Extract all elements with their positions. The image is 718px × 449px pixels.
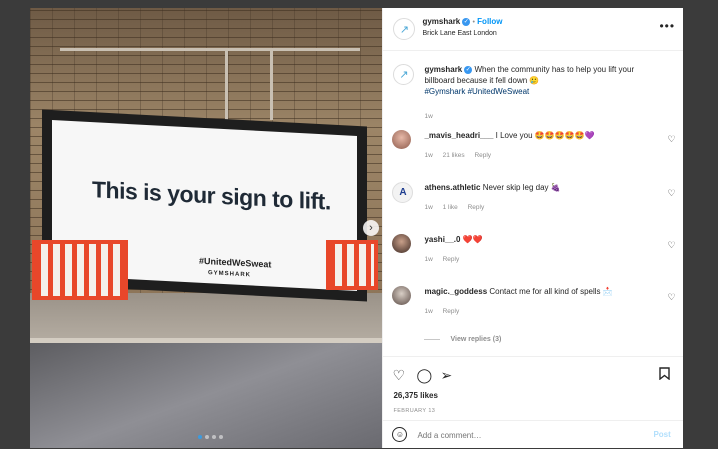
comment-item: yashi__.0 ❤️❤️ 1w Reply ♡ bbox=[392, 234, 677, 274]
comment-text: magic._goddess Contact me for all kind o… bbox=[424, 286, 659, 297]
chevron-right-icon: › bbox=[369, 222, 373, 234]
action-bar: ♡ ◯ ➢ 26,375 likes FEBRUARY 13 bbox=[383, 356, 684, 427]
view-replies-row[interactable]: View replies (3) bbox=[424, 336, 501, 343]
header-separator: • bbox=[472, 19, 475, 26]
comment-body: ❤️❤️ bbox=[462, 235, 483, 244]
like-comment-icon[interactable]: ♡ bbox=[667, 134, 675, 145]
caption-time: 1w bbox=[424, 113, 433, 120]
gymshark-logo-icon: ↗ bbox=[399, 69, 409, 81]
add-comment-bar: ☺ Post bbox=[383, 420, 684, 449]
carousel-dots bbox=[198, 435, 223, 439]
caption-meta: 1w bbox=[424, 113, 440, 120]
comment-input[interactable] bbox=[415, 426, 640, 444]
barrier-right bbox=[326, 240, 378, 290]
caption-username[interactable]: gymshark bbox=[424, 65, 462, 74]
post-caption: ↗ gymshark ✓ When the community has to he… bbox=[392, 64, 677, 120]
like-icon[interactable]: ♡ bbox=[392, 367, 405, 384]
comment-likes[interactable]: 21 likes bbox=[443, 152, 465, 159]
comment-item: magic._goddess Contact me for all kind o… bbox=[392, 286, 677, 326]
gymshark-logo-icon: ↗ bbox=[399, 23, 410, 36]
comment-body: Never skip leg day 🍇 bbox=[482, 183, 561, 192]
caption-hashtags[interactable]: #Gymshark #UnitedWeSweat bbox=[424, 87, 529, 96]
wall-pipe bbox=[270, 50, 273, 120]
comment-icon[interactable]: ◯ bbox=[416, 367, 432, 384]
carousel-dot bbox=[212, 435, 216, 439]
comment-meta: 1w 1 like Reply bbox=[424, 204, 492, 211]
wall-rail bbox=[60, 48, 360, 51]
comment-username[interactable]: _mavis_headri___ bbox=[424, 131, 493, 140]
reply-button[interactable]: Reply bbox=[468, 204, 485, 211]
verified-icon: ✓ bbox=[464, 66, 473, 74]
more-options-icon[interactable]: ••• bbox=[659, 19, 675, 33]
carousel-dot bbox=[198, 435, 202, 439]
header-location[interactable]: Brick Lane East London bbox=[422, 30, 496, 37]
comment-meta: 1w Reply bbox=[424, 308, 467, 315]
billboard-headline: This is your sign to lift. bbox=[92, 176, 331, 215]
reply-button[interactable]: Reply bbox=[443, 308, 460, 315]
commenter-avatar[interactable] bbox=[392, 130, 412, 149]
like-comment-icon[interactable]: ♡ bbox=[667, 188, 675, 199]
post-comment-button[interactable]: Post bbox=[653, 430, 670, 439]
comment-text: athens.athletic Never skip leg day 🍇 bbox=[424, 182, 659, 193]
comment-time: 1w bbox=[424, 256, 433, 263]
post-date: FEBRUARY 13 bbox=[393, 408, 436, 414]
emoji-icon[interactable]: ☺ bbox=[392, 427, 408, 442]
comment-meta: 1w 21 likes Reply bbox=[424, 152, 499, 159]
comment-likes[interactable]: 1 like bbox=[443, 204, 458, 211]
comment-item: _mavis_headri___ I Love you 🤩🤩🤩🤩🤩💜 1w 21… bbox=[392, 130, 677, 170]
likes-count[interactable]: 26,375 likes bbox=[393, 391, 437, 400]
road bbox=[30, 343, 383, 448]
post-modal: This is your sign to lift. #UnitedWeSwea… bbox=[30, 8, 684, 449]
wall-pipe bbox=[225, 48, 228, 128]
post-header: ↗ gymshark ✓ • Follow Brick Lane East Lon… bbox=[383, 8, 684, 51]
next-image-button[interactable]: › bbox=[363, 220, 379, 236]
comment-time: 1w bbox=[424, 308, 433, 315]
billboard-hashtag: #UnitedWeSweat bbox=[199, 255, 272, 270]
gymshark-avatar[interactable]: ↗ bbox=[393, 18, 416, 40]
verified-icon: ✓ bbox=[462, 18, 471, 26]
save-bookmark-icon[interactable] bbox=[659, 367, 671, 383]
reply-button[interactable]: Reply bbox=[443, 256, 460, 263]
share-icon[interactable]: ➢ bbox=[440, 367, 452, 384]
reply-button[interactable]: Reply bbox=[474, 152, 491, 159]
gymshark-avatar[interactable]: ↗ bbox=[393, 64, 415, 85]
comment-username[interactable]: yashi__.0 bbox=[424, 235, 460, 244]
like-comment-icon[interactable]: ♡ bbox=[667, 292, 675, 303]
caption-text: gymshark ✓ When the community has to help… bbox=[424, 64, 659, 97]
replies-line bbox=[424, 339, 441, 340]
like-comment-icon[interactable]: ♡ bbox=[667, 240, 675, 251]
commenter-avatar[interactable] bbox=[392, 234, 412, 253]
post-sidebar: ↗ gymshark ✓ • Follow Brick Lane East Lon… bbox=[382, 8, 684, 449]
comment-text: _mavis_headri___ I Love you 🤩🤩🤩🤩🤩💜 bbox=[424, 130, 659, 141]
header-username[interactable]: gymshark bbox=[422, 17, 460, 26]
carousel-dot bbox=[205, 435, 209, 439]
comment-username[interactable]: magic._goddess bbox=[424, 287, 487, 296]
header-line: gymshark ✓ • Follow bbox=[422, 17, 503, 26]
comment-username[interactable]: athens.athletic bbox=[424, 183, 480, 192]
comment-body: I Love you 🤩🤩🤩🤩🤩💜 bbox=[495, 131, 595, 140]
comment-time: 1w bbox=[424, 204, 433, 211]
comment-item: A athens.athletic Never skip leg day 🍇 1… bbox=[392, 182, 677, 222]
view-replies-button[interactable]: View replies (3) bbox=[450, 336, 501, 343]
post-photo[interactable]: This is your sign to lift. #UnitedWeSwea… bbox=[30, 8, 383, 448]
comment-body: Contact me for all kind of spells 📩 bbox=[489, 287, 613, 296]
comment-meta: 1w Reply bbox=[424, 256, 467, 263]
billboard-logo: GYMSHARK bbox=[208, 270, 252, 279]
commenter-avatar[interactable] bbox=[392, 286, 412, 305]
athens-avatar[interactable]: A bbox=[392, 182, 414, 203]
carousel-dot bbox=[219, 435, 223, 439]
comment-text: yashi__.0 ❤️❤️ bbox=[424, 234, 659, 245]
barrier-left bbox=[32, 240, 128, 300]
follow-button[interactable]: Follow bbox=[477, 17, 502, 26]
comment-time: 1w bbox=[424, 152, 433, 159]
